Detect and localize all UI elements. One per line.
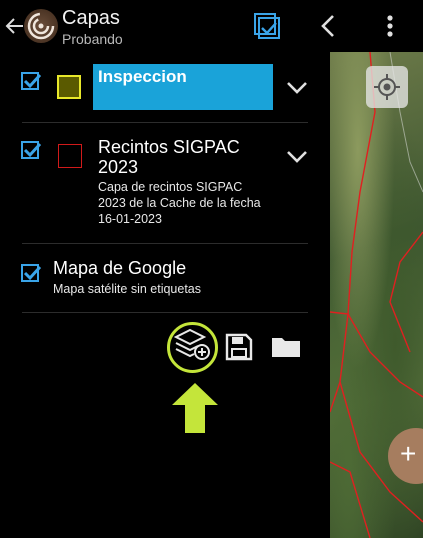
layer-description: Mapa satélite sin etiquetas <box>53 282 202 296</box>
chevron-down-icon[interactable] <box>286 150 308 164</box>
layer-style-swatch[interactable] <box>57 75 81 99</box>
app-logo <box>24 9 58 43</box>
arrow-up-pointer <box>172 383 218 433</box>
layer-checkbox[interactable] <box>21 72 42 90</box>
layer-checkbox[interactable] <box>21 141 42 159</box>
chevron-left-icon[interactable] <box>313 10 345 42</box>
layer-style-swatch[interactable] <box>58 144 82 168</box>
gps-icon <box>374 74 400 100</box>
top-app-bar: Capas Probando <box>0 0 423 52</box>
chevron-down-icon[interactable] <box>286 81 308 95</box>
layer-item[interactable]: Recintos SIGPAC 2023 Capa de recintos SI… <box>0 123 330 243</box>
save-icon[interactable] <box>224 328 254 364</box>
divider <box>22 312 308 313</box>
page-title: Capas <box>62 7 120 29</box>
add-layer-icon[interactable] <box>174 328 212 364</box>
layer-description-line2: 2023 de la Cache de la fecha <box>98 196 261 210</box>
my-location-button[interactable] <box>366 66 408 108</box>
page-subtitle: Probando <box>62 31 123 47</box>
layer-description-line3: 16-01-2023 <box>98 212 162 226</box>
layer-name: Inspeccion <box>98 67 187 86</box>
layer-description-line1: Capa de recintos SIGPAC <box>98 180 243 194</box>
folder-icon[interactable] <box>270 328 302 364</box>
layer-item[interactable]: Inspeccion <box>0 52 330 122</box>
more-vert-icon[interactable] <box>374 10 406 42</box>
plus-icon: + <box>400 438 417 469</box>
back-arrow-icon[interactable] <box>4 14 24 38</box>
layer-checkbox[interactable] <box>21 264 42 282</box>
layer-name: Mapa de Google <box>53 258 187 278</box>
layer-name-line2: 2023 <box>98 157 139 177</box>
layer-name-input[interactable]: Inspeccion <box>93 64 273 110</box>
layer-name-line1: Recintos SIGPAC <box>98 137 240 157</box>
select-all-icon[interactable] <box>251 10 283 42</box>
layer-item[interactable]: Mapa de Google Mapa satélite sin etiquet… <box>0 244 330 312</box>
